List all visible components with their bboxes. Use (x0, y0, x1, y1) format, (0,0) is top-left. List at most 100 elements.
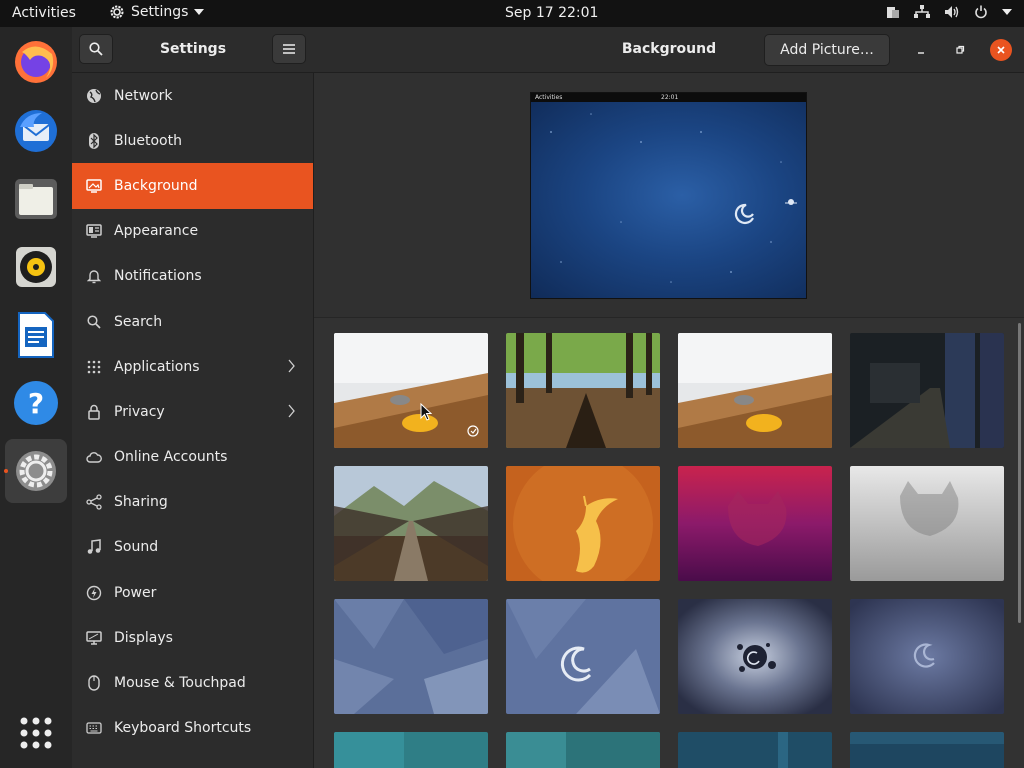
gear-icon (110, 5, 124, 19)
svg-text:?: ? (28, 387, 44, 420)
bluetooth-icon (86, 132, 102, 149)
chevron-down-icon (1002, 9, 1012, 15)
sidebar-item-appearance[interactable]: Appearance (72, 209, 313, 254)
sidebar-item-label: Online Accounts (114, 449, 228, 466)
scrollbar[interactable] (1018, 323, 1021, 623)
wallpaper-thumb[interactable] (678, 599, 832, 714)
wallpaper-thumb[interactable] (850, 732, 1004, 768)
sidebar-item-label: Appearance (114, 223, 199, 240)
wallpaper-thumb[interactable] (334, 599, 488, 714)
sidebar-item-label: Search (114, 313, 163, 330)
sidebar-item-label: Background (114, 177, 198, 194)
firefox-icon[interactable] (9, 35, 63, 89)
restore-icon (956, 45, 965, 54)
preview-top-bar: Activities 22:01 (531, 93, 806, 102)
sidebar-item-background[interactable]: Background (72, 163, 313, 209)
sidebar-item-applications[interactable]: Applications (72, 344, 313, 389)
music-note-icon (86, 539, 102, 555)
wallpaper-grid (314, 319, 1024, 768)
sidebar-item-label: Sound (114, 539, 159, 556)
current-background-preview: Activities 22:01 (530, 92, 807, 299)
files-icon[interactable] (9, 172, 63, 226)
power-icon (975, 5, 987, 19)
maximize-button[interactable] (949, 39, 971, 61)
add-picture-button[interactable]: Add Picture… (764, 34, 890, 66)
wallpaper-thumb[interactable] (506, 599, 660, 714)
activities-button[interactable]: Activities (12, 5, 76, 21)
wallpaper-thumb[interactable] (506, 732, 660, 768)
sidebar-item-label: Displays (114, 629, 173, 646)
app-menu-label: Settings (131, 4, 189, 20)
sidebar-item-label: Mouse & Touchpad (114, 675, 246, 692)
sidebar-item-label: Applications (114, 358, 200, 375)
hamburger-menu-icon (283, 44, 295, 54)
sidebar-item-label: Keyboard Shortcuts (114, 720, 252, 737)
minimize-icon (918, 52, 924, 54)
sidebar-item-displays[interactable]: Displays (72, 615, 313, 660)
sidebar-item-keyboard-shortcuts[interactable]: Keyboard Shortcuts (72, 706, 313, 751)
share-icon (86, 494, 102, 510)
wallpaper-thumb[interactable] (334, 732, 488, 768)
wallpaper-thumb[interactable] (850, 333, 1004, 448)
close-button[interactable] (990, 39, 1012, 61)
chevron-down-icon (194, 9, 205, 15)
search-icon (86, 314, 102, 330)
settings-icon[interactable] (5, 439, 67, 503)
sidebar-item-notifications[interactable]: Notifications (72, 254, 313, 299)
wallpaper-thumb[interactable] (334, 333, 488, 448)
running-indicator (4, 469, 8, 473)
mouse-pointer-icon (420, 403, 432, 421)
apps-grid-icon (86, 359, 102, 375)
bell-icon (86, 268, 102, 284)
lock-icon (86, 404, 102, 420)
wallpaper-thumb[interactable] (678, 466, 832, 581)
background-icon (86, 178, 102, 194)
clipboard-icon[interactable] (886, 5, 900, 19)
mouse-icon (86, 675, 102, 691)
volume-icon (945, 6, 959, 18)
dock: ? (0, 27, 72, 768)
wallpaper-thumb[interactable] (506, 466, 660, 581)
show-apps-icon[interactable] (9, 706, 63, 760)
sidebar-item-label: Notifications (114, 268, 202, 285)
rhythmbox-icon[interactable] (9, 240, 63, 294)
sidebar-item-label: Privacy (114, 403, 165, 420)
sidebar-item-power[interactable]: Power (72, 570, 313, 615)
sidebar-item-label: Power (114, 584, 157, 601)
wallpaper-thumb[interactable] (678, 732, 832, 768)
sidebar-item-bluetooth[interactable]: Bluetooth (72, 118, 313, 163)
minimize-button[interactable] (910, 39, 932, 61)
sidebar-item-sharing[interactable]: Sharing (72, 480, 313, 525)
sidebar-item-search[interactable]: Search (72, 299, 313, 344)
thunderbird-icon[interactable] (9, 104, 63, 158)
sidebar-header: Settings (72, 27, 314, 73)
system-tray[interactable] (886, 5, 1012, 19)
wallpaper-thumb[interactable] (678, 333, 832, 448)
preview-clock: 22:01 (661, 94, 679, 101)
sidebar-item-mouse-touchpad[interactable]: Mouse & Touchpad (72, 660, 313, 705)
app-menu[interactable]: Settings (109, 4, 205, 20)
settings-sidebar: Network Bluetooth Background Appearance … (72, 73, 314, 768)
wallpaper-thumb[interactable] (334, 466, 488, 581)
wallpaper-thumb[interactable] (506, 333, 660, 448)
preview-activities: Activities (535, 94, 563, 101)
sidebar-item-privacy[interactable]: Privacy (72, 389, 313, 434)
debian-swirl-graphic (550, 113, 797, 283)
wallpaper-thumb[interactable] (850, 466, 1004, 581)
display-icon (86, 630, 102, 646)
sidebar-item-online-accounts[interactable]: Online Accounts (72, 435, 313, 480)
wallpaper-thumb[interactable] (850, 599, 1004, 714)
cloud-icon (86, 449, 102, 465)
sidebar-item-label: Network (114, 87, 173, 104)
help-icon[interactable]: ? (9, 376, 63, 430)
clock[interactable]: Sep 17 22:01 (505, 5, 598, 21)
chevron-right-icon (288, 359, 295, 373)
primary-menu-button[interactable] (272, 34, 306, 64)
libreoffice-writer-icon[interactable] (9, 308, 63, 362)
main-header: Background Add Picture… (314, 27, 1024, 73)
keyboard-icon (86, 720, 102, 736)
preview-area: Activities 22:01 (314, 73, 1024, 318)
sidebar-item-label: Bluetooth (114, 132, 182, 149)
sidebar-item-network[interactable]: Network (72, 73, 313, 118)
sidebar-item-sound[interactable]: Sound (72, 525, 313, 570)
